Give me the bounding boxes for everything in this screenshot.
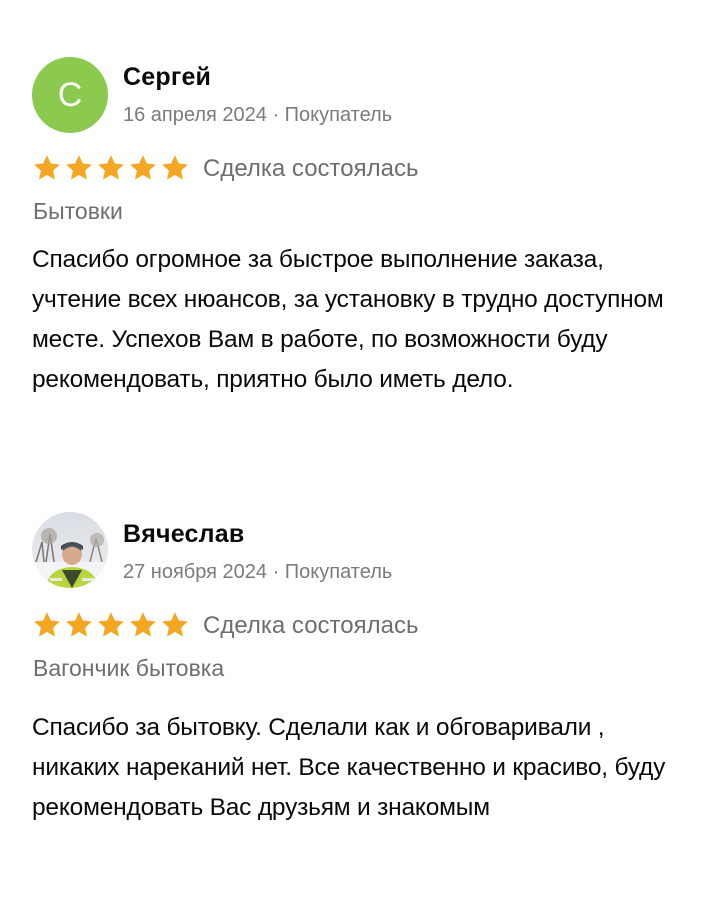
avatar[interactable]: [32, 512, 108, 588]
review-card: Вячеслав 27 ноября 2024 · Покупатель Сде…: [0, 0, 720, 914]
star-icon: [162, 612, 188, 637]
star-icon: [98, 612, 124, 637]
star-icon: [34, 612, 60, 637]
star-icon: [130, 612, 156, 637]
rating-stars: [32, 610, 190, 640]
review-text: Спасибо за бытовку. Сделали как и обгова…: [32, 714, 666, 821]
deal-status: Сделка состоялась: [203, 612, 419, 639]
review-item[interactable]: Вагончик бытовка: [33, 655, 224, 682]
review-meta: 27 ноября 2024 · Покупатель: [123, 561, 393, 583]
star-icon: [66, 612, 92, 637]
avatar-photo-icon: [32, 512, 108, 588]
review-author[interactable]: Вячеслав: [123, 520, 244, 549]
